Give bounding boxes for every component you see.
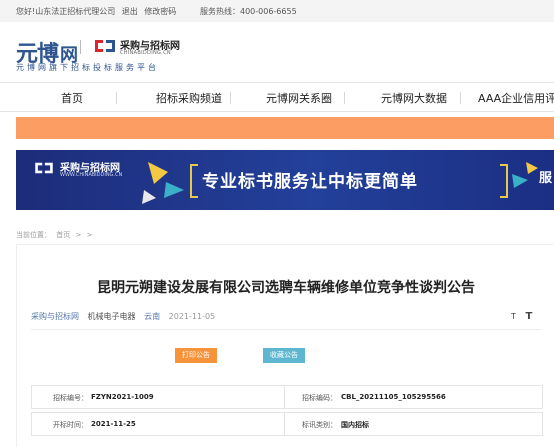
breadcrumb-home[interactable]: 首页	[56, 231, 70, 239]
main-nav: 首页 招标采购频道 元博网关系圈 元博网大数据 AAA企业信用评	[0, 82, 554, 112]
article-title: 昆明元朔建设发展有限公司选聘车辆维修单位竞争性谈判公告	[97, 280, 475, 296]
article-meta: 采购与招标网 机械电子电器 云南 2021-11-05	[31, 311, 215, 322]
nav-item-aaa-credit[interactable]: AAA企业信用评	[478, 90, 554, 106]
info-label-notice-type: 标讯类别：	[302, 421, 337, 429]
info-row: 招标编号： FZYN2021-1009 招标编码： CBL_20211105_1…	[31, 385, 543, 409]
font-size-controls: T T	[511, 311, 532, 322]
info-value-bid-code: CBL_20211105_105295566	[341, 393, 446, 401]
breadcrumb-separator: >	[75, 231, 82, 239]
caigou-logo-icon	[95, 40, 115, 52]
article-region-link[interactable]: 云南	[144, 312, 160, 321]
logo-divider	[80, 40, 81, 54]
nav-divider	[460, 92, 461, 104]
article-content: 昆明元朔建设发展有限公司选聘车辆维修单位竞争性谈判公告 采购与招标网 机械电子电…	[16, 244, 554, 447]
banner-slogan: 专业标书服务让中标更简单	[202, 172, 418, 192]
info-label-opening-time: 开标时间：	[53, 421, 88, 429]
banner-bracket-right	[500, 164, 508, 198]
welcome-area: 您好!山东法正招标代理公司 退出 修改密码	[16, 6, 176, 17]
breadcrumb-prefix: 当前位置：	[16, 231, 51, 239]
caigou-logo-url: CHINABIDDING.CN	[120, 50, 171, 56]
banner-bracket-left	[190, 164, 198, 198]
change-password-link[interactable]: 修改密码	[144, 7, 176, 16]
breadcrumb-separator: >	[86, 231, 93, 239]
promo-banner[interactable]: 采购与招标网 WWW.CHINABIDDING.CN 专业标书服务让中标更简单 …	[16, 150, 554, 210]
font-large-button[interactable]: T	[525, 311, 532, 322]
yuanbo-subtitle: 元博网旗下招标投标服务平台	[16, 63, 159, 72]
cell-divider	[284, 413, 285, 435]
article-category: 机械电子电器	[87, 312, 136, 321]
breadcrumb: 当前位置： 首页 > >	[16, 230, 95, 240]
article-source-link[interactable]: 采购与招标网	[31, 312, 79, 321]
meta-divider	[31, 329, 541, 330]
header: 元博网 元博网旗下招标投标服务平台 采购与招标网 CHINABIDDING.CN	[0, 22, 554, 80]
info-label-bid-number: 招标编号：	[53, 394, 88, 402]
logout-link[interactable]: 退出	[122, 7, 138, 16]
orange-banner-strip[interactable]	[16, 117, 554, 139]
info-row: 开标时间： 2021-11-25 标讯类别： 国内招标	[31, 412, 543, 436]
info-value-bid-number: FZYN2021-1009	[91, 393, 154, 401]
nav-divider	[230, 92, 231, 104]
nav-divider	[344, 92, 345, 104]
top-bar: 您好!山东法正招标代理公司 退出 修改密码 服务热线：400-006-6655	[0, 0, 554, 22]
nav-item-home[interactable]: 首页	[61, 90, 83, 106]
nav-divider	[116, 92, 117, 104]
cell-divider	[284, 386, 285, 408]
favorite-notice-button[interactable]: 收藏公告	[263, 348, 305, 363]
article-date: 2021-11-05	[168, 312, 216, 321]
info-value-notice-type: 国内招标	[341, 421, 369, 429]
info-value-opening-time: 2021-11-25	[91, 420, 136, 428]
print-notice-button[interactable]: 打印公告	[175, 348, 217, 363]
nav-item-big-data[interactable]: 元博网大数据	[381, 90, 447, 106]
banner-clipped-text: 服	[539, 171, 553, 186]
font-small-button[interactable]: T	[511, 312, 516, 321]
nav-item-relation-circle[interactable]: 元博网关系圈	[266, 90, 332, 106]
hotline-text: 服务热线：400-006-6655	[200, 7, 297, 16]
info-label-bid-code: 招标编码：	[302, 394, 337, 402]
welcome-text: 您好!山东法正招标代理公司	[16, 7, 116, 16]
nav-item-bidding-channel[interactable]: 招标采购频道	[156, 90, 222, 106]
